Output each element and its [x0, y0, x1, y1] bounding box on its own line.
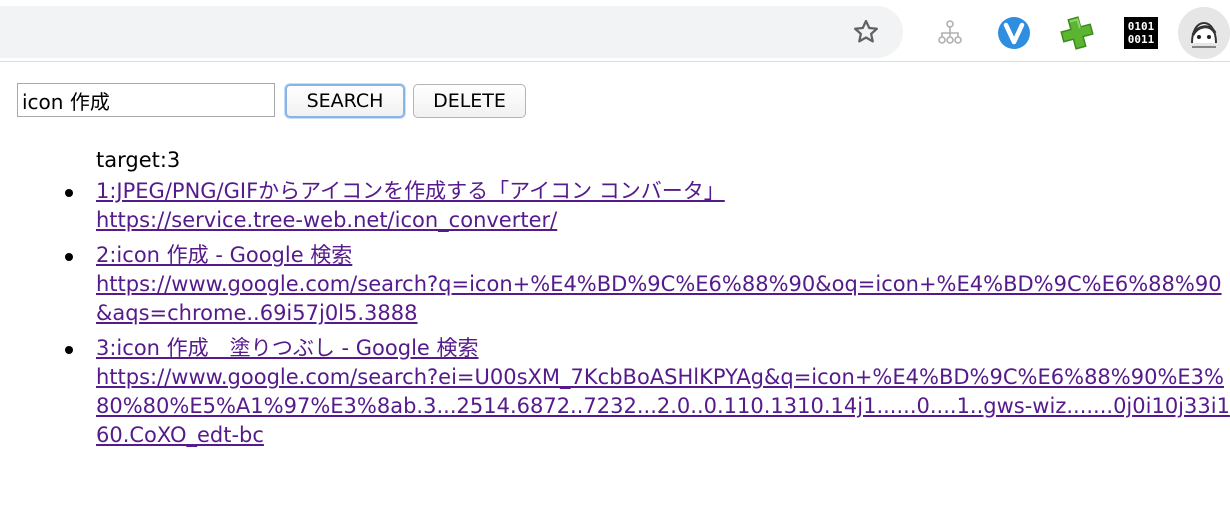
- result-title-link[interactable]: 2:icon 作成 - Google 検索: [96, 241, 1230, 270]
- binary-icon[interactable]: 0101 0011: [1124, 17, 1158, 49]
- binary-line-1: 0101: [1127, 20, 1155, 33]
- bookmark-star-icon[interactable]: [848, 14, 884, 50]
- result-url-link[interactable]: https://www.google.com/search?q=icon+%E4…: [96, 270, 1230, 328]
- profile-avatar[interactable]: [1178, 7, 1230, 59]
- delete-button[interactable]: DELETE: [413, 84, 526, 118]
- result-url-link[interactable]: https://www.google.com/search?ei=U00sXM_…: [96, 363, 1230, 450]
- search-input[interactable]: [17, 83, 275, 117]
- result-title-link[interactable]: 3:icon 作成 塗りつぶし - Google 検索: [96, 334, 1230, 363]
- result-list: 1:JPEG/PNG/GIFからアイコンを作成する「アイコン コンバータ」 ht…: [65, 177, 1230, 450]
- results-panel: target:3 1:JPEG/PNG/GIFからアイコンを作成する「アイコン …: [65, 146, 1230, 456]
- list-item: 1:JPEG/PNG/GIFからアイコンを作成する「アイコン コンバータ」 ht…: [65, 177, 1230, 235]
- list-item: 3:icon 作成 塗りつぶし - Google 検索 https://www.…: [65, 334, 1230, 450]
- bullet: [65, 189, 73, 197]
- search-button[interactable]: SEARCH: [285, 84, 405, 118]
- v-shield-icon[interactable]: [996, 15, 1032, 51]
- address-bar[interactable]: [0, 6, 903, 58]
- result-url-link[interactable]: https://service.tree-web.net/icon_conver…: [96, 206, 1230, 235]
- sitemap-tree-icon[interactable]: [934, 16, 966, 48]
- binary-line-2: 0011: [1127, 33, 1155, 46]
- browser-toolbar: 0101 0011: [0, 0, 1230, 62]
- bullet: [65, 346, 73, 354]
- bullet: [65, 253, 73, 261]
- list-item: 2:icon 作成 - Google 検索 https://www.google…: [65, 241, 1230, 328]
- target-count: target:3: [96, 148, 181, 172]
- green-plus-icon[interactable]: [1058, 14, 1096, 52]
- result-title-link[interactable]: 1:JPEG/PNG/GIFからアイコンを作成する「アイコン コンバータ」: [96, 177, 1230, 206]
